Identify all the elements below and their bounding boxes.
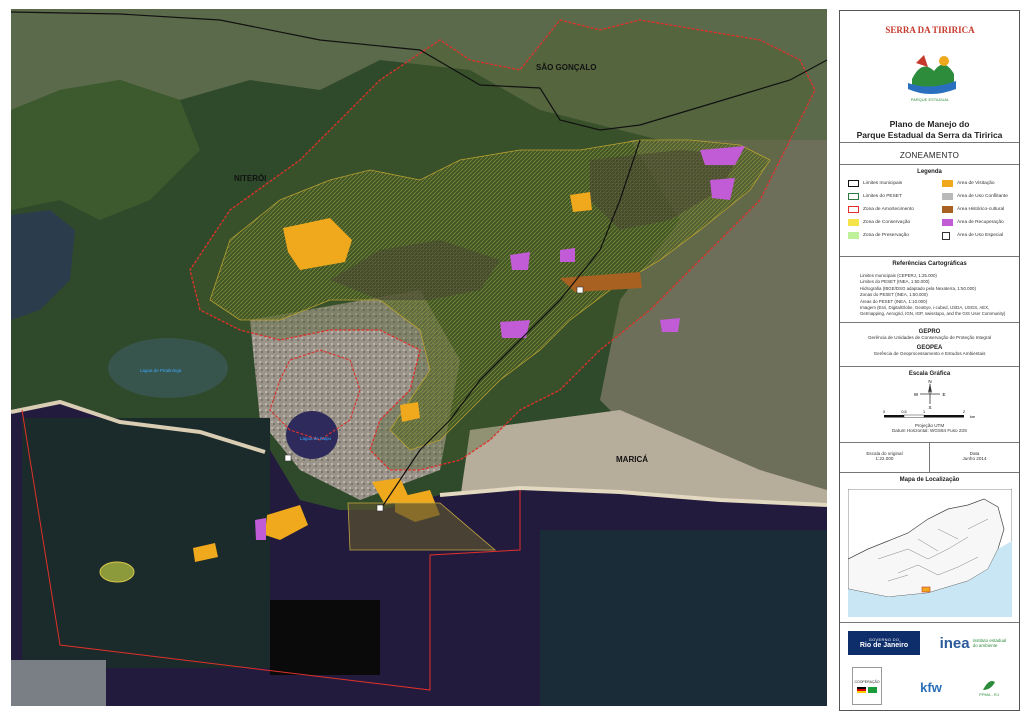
orange-fill-icon [942, 180, 953, 187]
references-title: Referências Cartográficas [892, 261, 967, 267]
label-niteroi: NITERÓI [234, 174, 266, 183]
legend-conservation-zone: Zona de Conservação [848, 218, 910, 227]
info-panel: SERRA DA TIRIRICA PARQUE ESTADUAL Plano … [839, 10, 1020, 711]
special-use-icon[interactable] [376, 504, 384, 512]
germany-flag-icon [857, 686, 866, 693]
brown-fill-icon [942, 206, 953, 213]
legend-historic-cultural: Área Histórico-cultural [942, 205, 1004, 214]
legend-municipal-limits: Limites municipais [848, 179, 902, 188]
scale-tick: 0,5 [901, 410, 906, 414]
map-title: Plano de Manejo do Parque Estadual da Se… [840, 119, 1019, 141]
recovery-area[interactable] [255, 518, 266, 540]
grey-fill-icon [942, 193, 953, 200]
zoning-title: ZONEAMENTO [899, 151, 960, 160]
label-lagoa-itaipu: Lagoa de Itaipu [300, 436, 332, 441]
legend-title: Legenda [917, 169, 942, 175]
image-tile-corner [11, 660, 106, 706]
scale-tick: 1 [923, 410, 925, 414]
reference-line: Getmapping, Aerogrid, IGN, IGP, swisstop… [860, 311, 1006, 317]
pprw-logo: PPMA - RJ [966, 671, 1012, 703]
scale-unit: km [970, 415, 975, 419]
map-title-line2: Parque Estadual da Serra da Tiririca [856, 130, 1003, 140]
satellite-map[interactable]: SÃO GONÇALO NITERÓI MARICÁ Lagoa de Pira… [0, 0, 836, 719]
legend-buffer-zone: Zona de Amortecimento [848, 205, 914, 214]
scale-tick: 2 [963, 410, 965, 414]
island[interactable] [99, 561, 135, 583]
header-section: SERRA DA TIRIRICA PARQUE ESTADUAL Plano … [840, 11, 1019, 143]
logo-text: SERRA DA TIRIRICA [885, 25, 975, 35]
legend-peset-limits: Limites do PESET [848, 192, 902, 201]
legend-section: Legenda Limites municipais Limites do PE… [840, 165, 1019, 257]
rio-government-logo: GOVERNO DO Rio de Janeiro [848, 631, 920, 655]
logo-subtext: PARQUE ESTADUAL [911, 97, 950, 102]
org2-desc: Gerência de Geoprocessamento e Estudos A… [873, 351, 986, 356]
location-map-title: Mapa de Localização [899, 477, 960, 483]
scale-bar: 0 0,5 1 2 km [883, 410, 975, 419]
location-map-section: Mapa de Localização [840, 473, 1019, 623]
visitation-area[interactable] [570, 192, 592, 212]
red-outline-icon [848, 206, 859, 213]
logos-section: GOVERNO DO Rio de Janeiro inea instituto… [840, 623, 1019, 712]
west-label: W [914, 392, 919, 397]
location-highlight[interactable] [921, 586, 931, 593]
scale-section: Escala Gráfica N S E W 0 0,5 1 2 km Proj… [840, 367, 1019, 443]
cooperation-logo: COOPERAÇÃO [852, 667, 882, 705]
black-outline-icon [848, 180, 859, 187]
label-lagoa-piratininga: Lagoa de Piratininga [140, 368, 182, 373]
ocean-tile-west [22, 418, 270, 668]
north-label: N [928, 379, 931, 384]
ocean-tile [540, 530, 827, 706]
purple-fill-icon [942, 219, 953, 226]
original-scale: Escala do original 1:22.000 [840, 443, 930, 473]
label-marica: MARICÁ [616, 455, 648, 464]
legend-special-use: Área de Uso Especial [942, 231, 1003, 240]
datum-line: Datum Horizontal: WGS84 Fuso 23S [891, 428, 968, 433]
north-arrow-icon: N S E W [914, 379, 946, 409]
scale-date-section: Escala do original 1:22.000 Data Junho 2… [840, 443, 1019, 473]
map-frame[interactable]: SÃO GONÇALO NITERÓI MARICÁ Lagoa de Pira… [0, 0, 836, 719]
map-date: Data Junho 2014 [930, 443, 1019, 473]
org1-desc: Gerência de Unidades de Conservação de P… [867, 335, 992, 340]
brazil-flag-icon [868, 686, 877, 693]
recovery-area[interactable] [660, 318, 680, 332]
special-use-icon [942, 231, 950, 240]
projection-info: Projeção UTM Datum Horizontal: WGS84 Fus… [840, 423, 1019, 433]
park-logo: SERRA DA TIRIRICA PARQUE ESTADUAL [885, 25, 975, 102]
special-use-icon[interactable] [576, 286, 584, 294]
kfw-logo: kfw [920, 679, 942, 695]
references-section: Referências Cartográficas Limites munici… [840, 257, 1019, 323]
legend-preservation-zone: Zona de Preservação [848, 231, 909, 240]
light-green-fill-icon [848, 232, 859, 239]
lagoon-itaipu [286, 411, 338, 459]
scale-tick: 0 [883, 410, 885, 414]
legend-recovery: Área de Recuperação [942, 218, 1004, 227]
location-map[interactable] [848, 489, 1012, 617]
green-outline-icon [848, 193, 859, 200]
zoning-section: ZONEAMENTO [840, 143, 1019, 165]
organization-section: GEPRO Gerência de Unidades de Conservaçã… [840, 323, 1019, 367]
recovery-area[interactable] [560, 248, 575, 262]
date-value: Junho 2014 [962, 456, 987, 461]
yellow-fill-icon [848, 219, 859, 226]
original-scale-value: 1:22.000 [875, 456, 894, 461]
special-use-icon[interactable] [284, 454, 292, 462]
legend-visitation: Área de Visitação [942, 179, 995, 188]
black-tile [270, 600, 380, 675]
inea-logo: inea instituto estadual do ambiente [939, 634, 1007, 652]
east-label: E [942, 392, 945, 397]
recovery-area[interactable] [510, 252, 530, 270]
label-sao-goncalo: SÃO GONÇALO [536, 63, 596, 72]
legend-conflicting-use: Área de Uso Conflitante [942, 192, 1008, 201]
references-list: Limites municipais (CEPERJ, 1:25.000) Li… [860, 273, 1015, 318]
scale-title: Escala Gráfica [908, 371, 951, 377]
map-title-line1: Plano de Manejo do [889, 119, 970, 129]
leaf-icon [983, 680, 995, 690]
